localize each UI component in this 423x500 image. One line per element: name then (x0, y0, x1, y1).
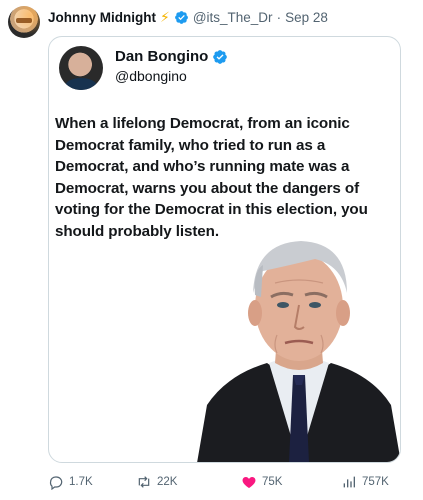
reply-icon (49, 476, 63, 490)
separator-dot: · (276, 9, 282, 25)
quoted-author-display-name[interactable]: Dan Bongino (115, 48, 208, 65)
man-portrait-image (197, 241, 400, 462)
action-bar: 1.7K 22K 75K 757K (48, 472, 408, 492)
views-button[interactable]: 757K (341, 472, 389, 492)
quoted-author-handle[interactable]: @dbongino (115, 68, 187, 84)
like-button[interactable]: 75K (241, 472, 282, 492)
repost-button[interactable]: 22K (136, 472, 177, 492)
like-count: 75K (262, 476, 283, 488)
avatar-shirt (65, 78, 97, 90)
views-count: 757K (362, 476, 389, 488)
reply-button[interactable]: 1.7K (48, 472, 93, 492)
verified-badge-icon (174, 10, 188, 24)
avatar-glasses (16, 18, 32, 23)
repost-count: 22K (157, 476, 178, 488)
quoted-post-card[interactable]: Dan Bongino @dbongino When a lifelong De… (48, 36, 401, 463)
post-date[interactable]: Sep 28 (285, 10, 328, 25)
reply-count: 1.7K (69, 476, 93, 488)
verified-badge-icon (213, 49, 228, 64)
post-header: Johnny Midnight ⚡ @its_The_Dr · Sep 28 (48, 8, 328, 26)
lightning-icon: ⚡ (159, 9, 170, 25)
quoted-author-name-row: Dan Bongino (115, 48, 228, 65)
quoted-post-text: When a lifelong Democrat, from an iconic… (55, 115, 368, 240)
like-icon (242, 477, 256, 488)
author-handle[interactable]: @its_The_Dr (193, 10, 273, 25)
quoted-author-avatar[interactable] (59, 46, 103, 90)
author-display-name[interactable]: Johnny Midnight (48, 10, 156, 25)
repost-icon (138, 476, 150, 488)
post: Johnny Midnight ⚡ @its_The_Dr · Sep 28 D… (0, 0, 423, 500)
author-avatar[interactable] (8, 6, 40, 38)
views-icon (343, 476, 355, 488)
